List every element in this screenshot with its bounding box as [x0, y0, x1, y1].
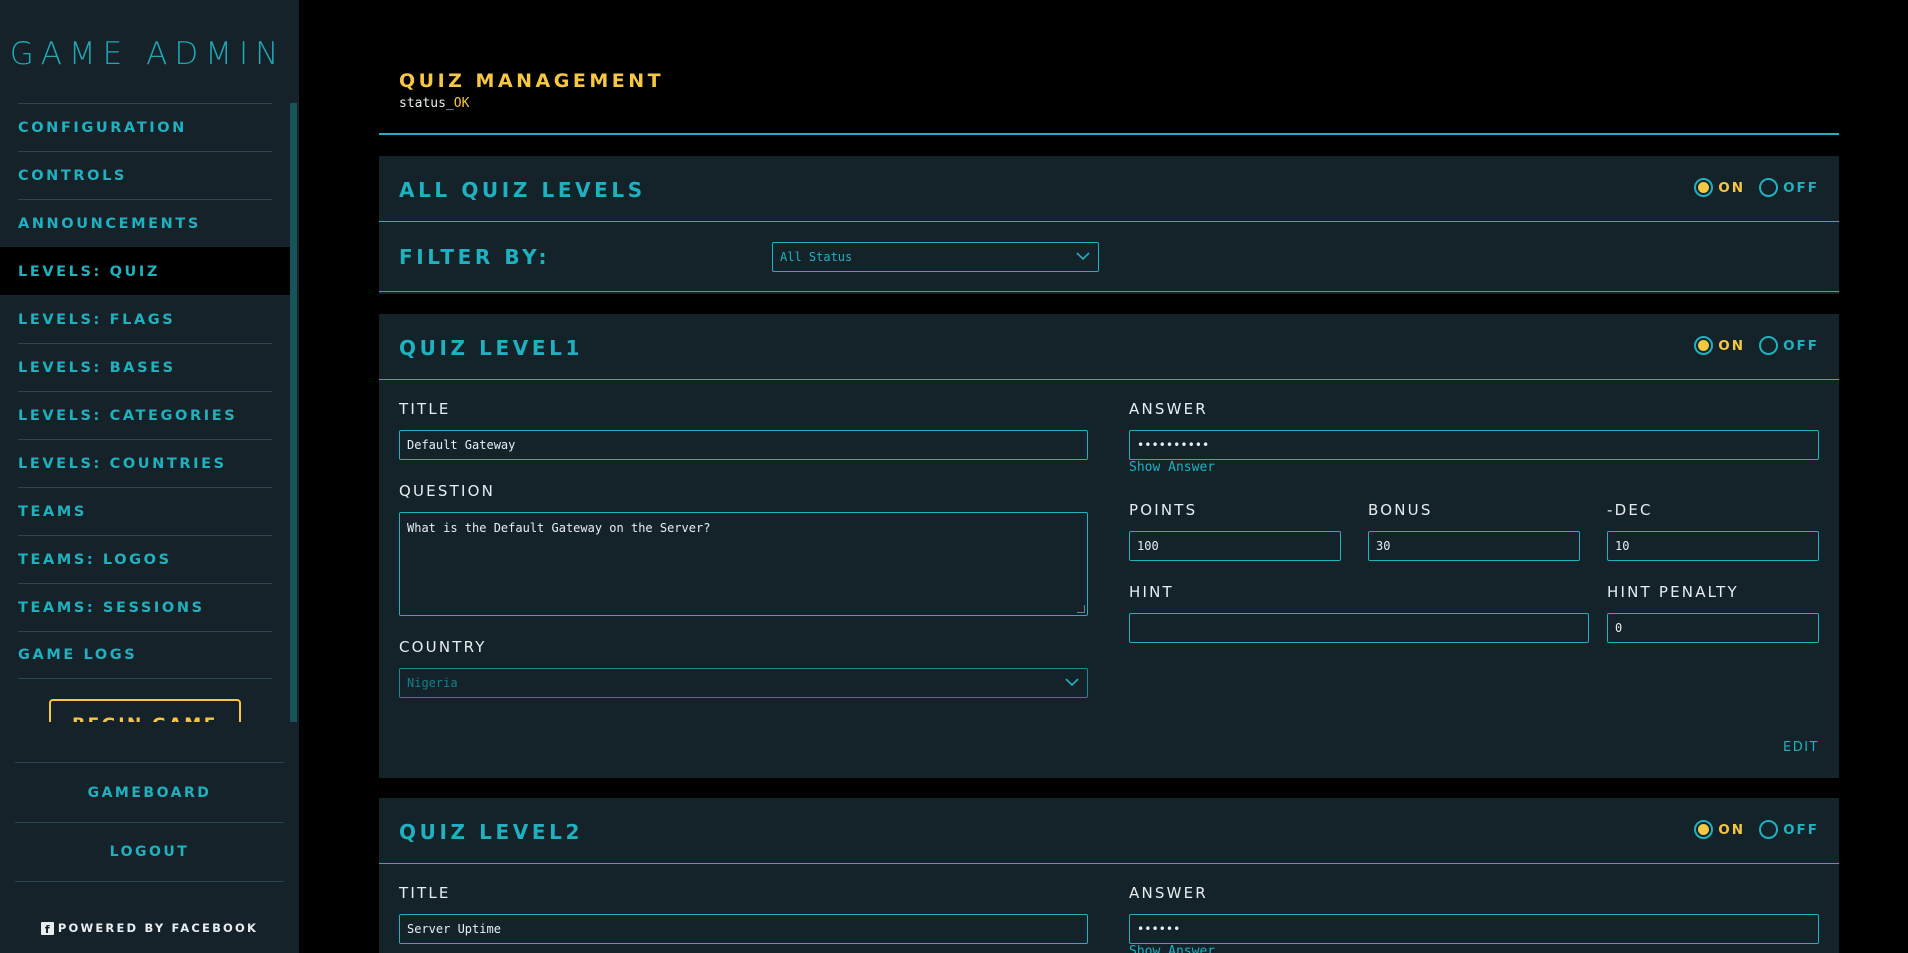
all-levels-off-label[interactable]: OFF	[1783, 180, 1819, 196]
level-2-off-label[interactable]: OFF	[1783, 822, 1819, 838]
page-status: status_OK	[399, 96, 469, 111]
quiz-level-2-header: QUIZ LEVEL2 ON OFF	[379, 798, 1839, 864]
answer-input[interactable]: ••••••••••	[1129, 430, 1819, 460]
powered-by: f POWERED BY FACEBOOK	[0, 921, 299, 935]
all-levels-off-radio[interactable]	[1759, 178, 1779, 197]
points-input[interactable]: 100	[1129, 531, 1341, 561]
all-levels-title: ALL QUIZ LEVELS	[399, 178, 646, 202]
page-title: QUIZ MANAGEMENT	[399, 70, 665, 92]
chevron-down-icon	[1065, 678, 1079, 687]
question-label: QUESTION	[399, 482, 495, 500]
level-1-on-label[interactable]: ON	[1718, 338, 1745, 354]
status-prefix: status_	[399, 96, 454, 111]
hint-penalty-input[interactable]: 0	[1607, 613, 1819, 643]
answer-input[interactable]: ••••••	[1129, 914, 1819, 944]
sidebar-item-teams-sessions[interactable]: TEAMS: SESSIONS	[18, 583, 272, 631]
all-levels-header: ALL QUIZ LEVELS ON OFF	[379, 156, 1839, 222]
country-value: Nigeria	[407, 676, 458, 690]
question-text: What is the Default Gateway on the Serve…	[407, 521, 711, 535]
question-textarea[interactable]: What is the Default Gateway on the Serve…	[399, 512, 1088, 616]
title-input[interactable]: Server Uptime	[399, 914, 1088, 944]
all-levels-on-label[interactable]: ON	[1718, 180, 1745, 196]
hint-input[interactable]	[1129, 613, 1589, 643]
radio-selected-dot	[1698, 824, 1710, 835]
level-2-on-label[interactable]: ON	[1718, 822, 1745, 838]
quiz-level-2-title: QUIZ LEVEL2	[399, 820, 583, 844]
sidebar-item-levels-bases[interactable]: LEVELS: BASES	[18, 343, 272, 391]
title-divider	[379, 133, 1839, 135]
show-answer-link[interactable]: Show Answer	[1129, 944, 1215, 953]
sidebar-item-controls[interactable]: CONTROLS	[18, 151, 272, 199]
quiz-level-1-panel: QUIZ LEVEL1 ON OFF TITLE Default Gateway…	[379, 314, 1839, 778]
sidebar: GAME ADMIN CONFIGURATION CONTROLS ANNOUN…	[0, 0, 299, 953]
edit-button[interactable]: EDIT	[1783, 740, 1819, 755]
filter-label: FILTER BY:	[399, 245, 551, 269]
level-1-off-label[interactable]: OFF	[1783, 338, 1819, 354]
all-levels-panel: ALL QUIZ LEVELS ON OFF FILTER BY: All St…	[379, 156, 1839, 294]
dec-input[interactable]: 10	[1607, 531, 1819, 561]
gameboard-link[interactable]: GAMEBOARD	[15, 762, 284, 822]
sidebar-item-levels-categories[interactable]: LEVELS: CATEGORIES	[18, 391, 272, 439]
sidebar-item-configuration[interactable]: CONFIGURATION	[18, 103, 272, 151]
title-input[interactable]: Default Gateway	[399, 430, 1088, 460]
all-levels-on-radio[interactable]	[1694, 178, 1714, 197]
filter-row: FILTER BY: All Status	[379, 222, 1839, 292]
begin-game-wrap: BEGIN GAME	[0, 699, 290, 722]
level-1-on-radio[interactable]	[1694, 336, 1714, 355]
quiz-level-2-panel: QUIZ LEVEL2 ON OFF TITLE Server Uptime A…	[379, 798, 1839, 953]
points-label: POINTS	[1129, 501, 1198, 519]
sidebar-item-levels-countries[interactable]: LEVELS: COUNTRIES	[18, 439, 272, 487]
answer-label: ANSWER	[1129, 884, 1208, 902]
begin-game-button[interactable]: BEGIN GAME	[49, 699, 241, 722]
sidebar-nav: CONFIGURATION CONTROLS ANNOUNCEMENTS LEV…	[0, 103, 290, 722]
chevron-down-icon	[1076, 252, 1090, 261]
bonus-input[interactable]: 30	[1368, 531, 1580, 561]
country-label: COUNTRY	[399, 638, 487, 656]
sidebar-item-teams[interactable]: TEAMS	[18, 487, 272, 535]
bonus-label: BONUS	[1368, 501, 1433, 519]
resize-handle-icon[interactable]	[1077, 605, 1085, 613]
level-2-off-radio[interactable]	[1759, 820, 1779, 839]
answer-label: ANSWER	[1129, 400, 1208, 418]
quiz-level-1-header: QUIZ LEVEL1 ON OFF	[379, 314, 1839, 380]
status-value: OK	[453, 96, 470, 111]
title-label: TITLE	[399, 884, 451, 902]
quiz-level-1-toggle: ON OFF	[1694, 336, 1819, 355]
logout-link[interactable]: LOGOUT	[15, 822, 284, 882]
radio-selected-dot	[1698, 182, 1710, 193]
sidebar-item-teams-logos[interactable]: TEAMS: LOGOS	[18, 535, 272, 583]
title-label: TITLE	[399, 400, 451, 418]
country-select[interactable]: Nigeria	[399, 668, 1088, 698]
level-1-off-radio[interactable]	[1759, 336, 1779, 355]
status-filter-value: All Status	[780, 250, 853, 264]
sidebar-item-announcements[interactable]: ANNOUNCEMENTS	[18, 199, 272, 247]
facebook-icon: f	[40, 921, 54, 935]
quiz-level-1-title: QUIZ LEVEL1	[399, 336, 583, 360]
level-2-on-radio[interactable]	[1694, 820, 1714, 839]
sidebar-item-levels-quiz[interactable]: LEVELS: QUIZ	[0, 247, 290, 295]
main-content: QUIZ MANAGEMENT status_OK ALL QUIZ LEVEL…	[379, 0, 1839, 953]
radio-selected-dot	[1698, 340, 1710, 351]
hint-penalty-label: HINT PENALTY	[1607, 583, 1739, 601]
powered-by-label: POWERED BY FACEBOOK	[57, 921, 259, 935]
all-levels-toggle: ON OFF	[1694, 178, 1819, 197]
app-logo: GAME ADMIN	[9, 36, 286, 72]
sidebar-item-game-logs[interactable]: GAME LOGS	[18, 631, 272, 679]
sidebar-item-levels-flags[interactable]: LEVELS: FLAGS	[18, 295, 272, 343]
sidebar-scrollbar[interactable]	[290, 103, 297, 722]
dec-label: -DEC	[1607, 501, 1653, 519]
status-filter-select[interactable]: All Status	[772, 242, 1099, 272]
show-answer-link[interactable]: Show Answer	[1129, 460, 1215, 475]
hint-label: HINT	[1129, 583, 1174, 601]
quiz-level-2-toggle: ON OFF	[1694, 820, 1819, 839]
